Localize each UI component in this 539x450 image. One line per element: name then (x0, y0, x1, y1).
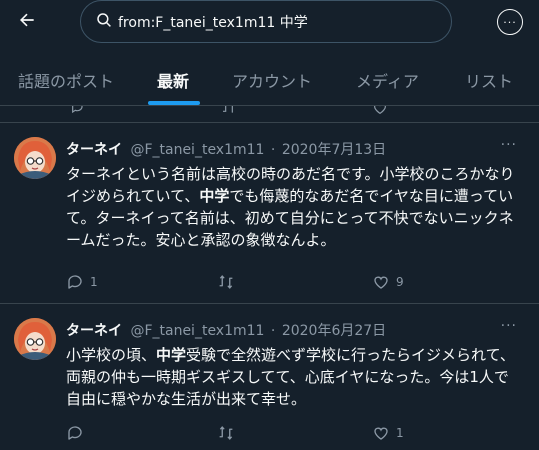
reply-button[interactable]: 1 (66, 273, 98, 291)
like-icon[interactable] (372, 106, 388, 119)
tweet-more-button[interactable]: ··· (501, 137, 517, 153)
avatar[interactable] (14, 318, 56, 360)
search-tabs: 話題のポスト 最新 アカウント メディア リスト (0, 56, 539, 106)
like-button[interactable]: 9 (372, 273, 404, 291)
search-query: from:F_tanei_tex1m11 中学 (118, 15, 308, 31)
like-count: 9 (396, 275, 404, 289)
tab-accounts[interactable]: アカウント (232, 68, 312, 92)
tweet-header: ターネイ @F_tanei_tex1m11 · 2020年7月13日 (66, 139, 386, 159)
retweet-icon (217, 424, 235, 442)
previous-tweet-actions (0, 106, 539, 120)
like-button[interactable]: 1 (372, 424, 404, 442)
separator: · (270, 142, 276, 158)
highlight-keyword: 中学 (156, 346, 187, 364)
retweet-icon[interactable] (221, 106, 237, 119)
display-name[interactable]: ターネイ (66, 323, 122, 339)
heart-icon (372, 273, 390, 291)
highlight-keyword: 中学 (199, 187, 230, 205)
handle[interactable]: @F_tanei_tex1m11 (130, 323, 264, 339)
more-icon: ... (503, 13, 517, 26)
tweet-header: ターネイ @F_tanei_tex1m11 · 2020年6月27日 (66, 320, 386, 340)
tweet-actions: 1 (66, 424, 506, 444)
retweet-button[interactable] (217, 424, 241, 442)
back-button[interactable] (12, 8, 42, 36)
display-name[interactable]: ターネイ (66, 142, 122, 158)
active-tab-indicator (148, 101, 200, 105)
heart-icon (372, 424, 390, 442)
tweet-date[interactable]: 2020年6月27日 (282, 323, 386, 339)
reply-icon (66, 424, 84, 442)
tab-lists[interactable]: リスト (465, 68, 513, 92)
tweet-text: ターネイという名前は高校の時のあだ名です。小学校のころかなりイジめられていて、中… (66, 163, 516, 251)
handle[interactable]: @F_tanei_tex1m11 (130, 142, 264, 158)
tweet-text: 小学校の頃、中学受験で全然遊べず学校に行ったらイジメられて、両親の仲も一時期ギス… (66, 344, 516, 410)
reply-button[interactable] (66, 424, 90, 442)
reply-count: 1 (90, 275, 98, 289)
tweet-more-button[interactable]: ··· (501, 318, 517, 334)
search-icon (95, 11, 113, 33)
like-count: 1 (396, 426, 404, 440)
reply-icon (66, 273, 84, 291)
tweet[interactable]: ターネイ @F_tanei_tex1m11 · 2020年6月27日 ··· 小… (0, 304, 539, 450)
tweet-date[interactable]: 2020年7月13日 (282, 142, 386, 158)
top-bar: from:F_tanei_tex1m11 中学 ... (0, 0, 539, 48)
tweet[interactable]: ターネイ @F_tanei_tex1m11 · 2020年7月13日 ··· タ… (0, 122, 539, 304)
avatar[interactable] (14, 137, 56, 179)
retweet-button[interactable] (217, 273, 241, 291)
tweet-actions: 1 9 (66, 273, 506, 293)
tab-top[interactable]: 話題のポスト (18, 68, 114, 92)
tab-latest[interactable]: 最新 (157, 68, 189, 92)
back-arrow-icon (17, 10, 37, 34)
retweet-icon (217, 273, 235, 291)
reply-icon[interactable] (70, 106, 86, 119)
more-options-button[interactable]: ... (497, 9, 523, 35)
tweet-text-part: 小学校の頃、 (66, 346, 157, 364)
tab-media[interactable]: メディア (356, 68, 419, 92)
separator: · (270, 323, 276, 339)
search-input[interactable]: from:F_tanei_tex1m11 中学 (80, 0, 452, 43)
